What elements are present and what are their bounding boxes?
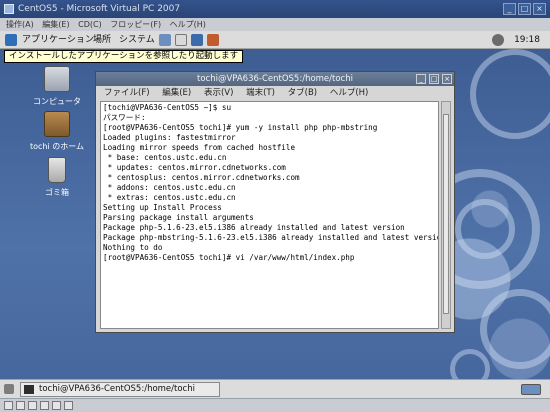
- desktop-icon-label: コンピュータ: [33, 97, 81, 106]
- vpc-menu-edit[interactable]: 編集(E): [42, 20, 69, 29]
- terminal-output[interactable]: [tochi@VPA636-CentOS5 ~]$ su パスワード: [roo…: [100, 101, 439, 329]
- terminal-line: * addons: centos.ustc.edu.cn: [103, 183, 236, 192]
- terminal-window[interactable]: tochi@VPA636-CentOS5:/home/tochi _ □ × フ…: [95, 71, 455, 333]
- terminal-line: Loading mirror speeds from cached hostfi…: [103, 143, 296, 152]
- scrollbar-thumb[interactable]: [443, 114, 449, 314]
- vpc-menu-cd[interactable]: CD(C): [78, 20, 102, 29]
- menu-system[interactable]: システム: [119, 31, 155, 49]
- menu-applications[interactable]: アプリケーション: [22, 31, 94, 49]
- settings-icon[interactable]: [64, 401, 73, 410]
- gnome-foot-icon: [5, 34, 17, 46]
- vpc-title: CentOS5 - Microsoft Virtual PC 2007: [18, 4, 181, 14]
- terminal-menu-terminal[interactable]: 端末(T): [246, 88, 275, 98]
- desktop-icon-label: tochi のホーム: [29, 142, 85, 151]
- vpc-titlebar: CentOS5 - Microsoft Virtual PC 2007 _ □ …: [0, 0, 550, 18]
- home-folder-icon: [44, 111, 70, 137]
- terminal-title: tochi@VPA636-CentOS5:/home/tochi: [197, 74, 353, 84]
- desktop-icon-computer[interactable]: コンピュータ: [27, 66, 87, 107]
- network-adapter-icon[interactable]: [52, 401, 61, 410]
- terminal-menu-file[interactable]: ファイル(F): [104, 88, 150, 98]
- desktop-icon-home[interactable]: tochi のホーム: [27, 111, 87, 152]
- virtual-pc-icon: [4, 4, 14, 14]
- maximize-icon[interactable]: □: [518, 3, 531, 15]
- top-panel: アプリケーション 場所 システム 19:18: [0, 31, 550, 49]
- terminal-line: [tochi@VPA636-CentOS5 ~]$ su: [103, 103, 232, 112]
- vpc-statusbar: [0, 398, 550, 412]
- terminal-menu-tabs[interactable]: タブ(B): [288, 88, 317, 98]
- workspace-switcher-icon[interactable]: [521, 384, 541, 395]
- terminal-line: Package php-5.1.6-23.el5.i386 already in…: [103, 223, 405, 232]
- terminal-line: Nothing to do: [103, 243, 163, 252]
- terminal-line: Setting up Install Process: [103, 203, 222, 212]
- wallpaper-swirl: [480, 289, 550, 369]
- terminal-minimize-icon[interactable]: _: [416, 74, 426, 84]
- hard-disk-icon[interactable]: [4, 401, 13, 410]
- terminal-line: * extras: centos.ustc.edu.cn: [103, 193, 236, 202]
- minimize-icon[interactable]: _: [503, 3, 516, 15]
- terminal-line: Package php-mbstring-5.1.6-23.el5.i386 a…: [103, 233, 439, 242]
- bottom-panel: tochi@VPA636-CentOS5:/home/tochi: [0, 379, 550, 398]
- terminal-menu-edit[interactable]: 編集(E): [162, 88, 191, 98]
- browser-launcher-icon[interactable]: [159, 34, 171, 46]
- desktop-icon-trash[interactable]: ゴミ箱: [27, 157, 87, 198]
- cd-drive-icon[interactable]: [16, 401, 25, 410]
- terminal-menu-help[interactable]: ヘルプ(H): [330, 88, 369, 98]
- trash-icon: [48, 157, 66, 183]
- mail-launcher-icon[interactable]: [175, 34, 187, 46]
- terminal-menubar: ファイル(F) 編集(E) 表示(V) 端末(T) タブ(B) ヘルプ(H): [96, 86, 454, 100]
- terminal-titlebar[interactable]: tochi@VPA636-CentOS5:/home/tochi _ □ ×: [96, 72, 454, 86]
- close-icon[interactable]: ×: [533, 3, 546, 15]
- editor-launcher-icon[interactable]: [191, 34, 203, 46]
- terminal-close-icon[interactable]: ×: [442, 74, 452, 84]
- terminal-scrollbar[interactable]: [441, 101, 451, 329]
- terminal-icon: [24, 385, 34, 394]
- terminal-line: Parsing package install arguments: [103, 213, 254, 222]
- desktop-icon-label: ゴミ箱: [45, 188, 69, 197]
- applications-tooltip: インストールしたアプリケーションを参照したり起動します: [4, 50, 244, 63]
- show-desktop-icon[interactable]: [4, 384, 14, 394]
- menu-places[interactable]: 場所: [93, 31, 111, 49]
- terminal-command-line: [root@VPA636-CentOS5 tochi]# vi /var/www…: [103, 253, 355, 262]
- floppy-icon[interactable]: [28, 401, 37, 410]
- wallpaper-swirl: [455, 199, 515, 259]
- vpc-menu-floppy[interactable]: フロッピー(F): [110, 20, 161, 29]
- terminal-line: [root@VPA636-CentOS5 tochi]# yum -y inst…: [103, 123, 378, 132]
- taskbar-task-label: tochi@VPA636-CentOS5:/home/tochi: [39, 384, 195, 394]
- wallpaper-swirl: [470, 49, 550, 139]
- vpc-menubar: 操作(A) 編集(E) CD(C) フロッピー(F) ヘルプ(H): [0, 18, 550, 31]
- clock[interactable]: 19:18: [514, 31, 540, 49]
- vpc-menu-action[interactable]: 操作(A): [6, 20, 34, 29]
- shared-folder-icon[interactable]: [40, 401, 49, 410]
- presentation-launcher-icon[interactable]: [207, 34, 219, 46]
- terminal-line: * centosplus: centos.mirror.cdnetworks.c…: [103, 173, 300, 182]
- terminal-line: パスワード:: [103, 113, 146, 122]
- computer-icon: [44, 66, 70, 92]
- vpc-menu-help[interactable]: ヘルプ(H): [170, 20, 206, 29]
- terminal-maximize-icon[interactable]: □: [429, 74, 439, 84]
- terminal-line: * updates: centos.mirror.cdnetworks.com: [103, 163, 286, 172]
- terminal-line: Loaded plugins: fastestmirror: [103, 133, 236, 142]
- network-status-icon[interactable]: [492, 34, 504, 46]
- taskbar-terminal-button[interactable]: tochi@VPA636-CentOS5:/home/tochi: [20, 382, 220, 397]
- terminal-line: * base: centos.ustc.edu.cn: [103, 153, 227, 162]
- terminal-menu-view[interactable]: 表示(V): [204, 88, 233, 98]
